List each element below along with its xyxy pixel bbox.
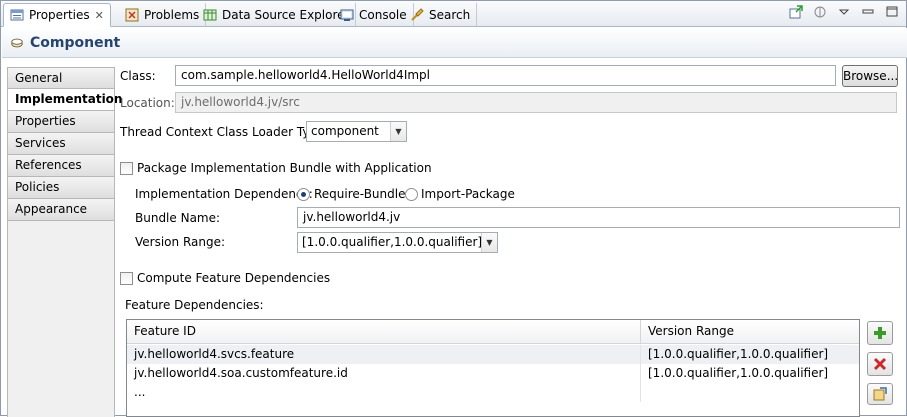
side-tab-policies[interactable]: Policies (7, 177, 115, 199)
table-row[interactable]: jv.helloworld4.svcs.feature [1.0.0.quali… (127, 345, 859, 364)
page-title: Component (30, 34, 121, 51)
browse-button[interactable]: Browse... (842, 65, 898, 87)
impl-dependency-label: Implementation Dependency: (135, 187, 313, 201)
remove-icon (873, 357, 887, 371)
version-range-value: [1.0.0.qualifier,1.0.0.qualifier] (302, 235, 483, 249)
version-range-select[interactable]: [1.0.0.qualifier,1.0.0.qualifier] ▼ (297, 232, 498, 253)
remove-feature-button[interactable] (867, 352, 893, 376)
chevron-down-icon: ▼ (481, 233, 497, 252)
data-source-icon (203, 9, 217, 20)
column-header-feature-id[interactable]: Feature ID (127, 320, 641, 344)
tab-console[interactable]: Console (334, 3, 414, 26)
tab-label: Data Source Explorer (222, 7, 350, 22)
search-icon (411, 7, 424, 21)
side-tab-list: General Implementation Properties Servic… (7, 67, 122, 221)
side-tab-area (7, 221, 115, 417)
tab-label: Properties (29, 8, 90, 22)
class-input[interactable]: com.sample.helloworld4.HelloWorld4Impl (175, 65, 836, 86)
compute-feature-checkbox[interactable] (120, 272, 133, 285)
link-icon[interactable] (812, 4, 828, 20)
tab-data-source-explorer[interactable]: Data Source Explorer (197, 3, 357, 26)
side-tab-properties[interactable]: Properties (7, 111, 115, 133)
table-row[interactable]: jv.helloworld4.soa.customfeature.id [1.0… (127, 364, 859, 383)
edit-icon (873, 387, 887, 401)
edit-feature-button[interactable] (867, 383, 893, 405)
pin-icon[interactable] (788, 4, 804, 20)
tab-properties[interactable]: Properties ✕ (3, 3, 111, 27)
class-label: Class: (120, 69, 156, 83)
view-tab-bar: Properties ✕ Problems Data Source Explor… (1, 1, 906, 27)
side-tab-references[interactable]: References (7, 155, 115, 177)
thread-loader-value: component (311, 124, 379, 138)
import-package-radio[interactable] (405, 188, 418, 201)
location-input: jv.helloworld4.jv/src (175, 92, 897, 113)
view-toolbar (788, 4, 900, 20)
version-range-cell: [1.0.0.qualifier,1.0.0.qualifier] (648, 347, 829, 361)
component-icon (11, 38, 23, 47)
version-range-cell: [1.0.0.qualifier,1.0.0.qualifier] (648, 366, 829, 380)
compute-feature-label: Compute Feature Dependencies (137, 271, 331, 285)
thread-loader-label: Thread Context Class Loader Type: (120, 125, 329, 139)
console-icon (340, 9, 354, 21)
location-label: Location: (120, 96, 175, 110)
properties-view: Properties ✕ Problems Data Source Explor… (0, 0, 907, 417)
table-header: Feature ID Version Range (127, 320, 859, 344)
bundle-name-label: Bundle Name: (135, 211, 221, 225)
side-tab-implementation[interactable]: Implementation (7, 89, 122, 111)
bundle-name-input[interactable]: jv.helloworld4.jv (297, 207, 900, 228)
require-bundle-radio[interactable] (297, 188, 310, 201)
feature-id-cell: jv.helloworld4.soa.customfeature.id (127, 364, 641, 383)
require-bundle-label: Require-Bundle (314, 187, 406, 201)
tab-search[interactable]: Search (404, 3, 478, 26)
side-divider (114, 67, 115, 417)
package-bundle-checkbox[interactable] (120, 162, 133, 175)
import-package-label: Import-Package (421, 187, 515, 201)
view-menu-icon[interactable] (836, 4, 852, 20)
table-row[interactable]: ... (127, 383, 859, 402)
feature-dependencies-table: Feature ID Version Range jv.helloworld4.… (126, 319, 860, 417)
problems-icon (125, 8, 139, 21)
version-range-label: Version Range: (135, 235, 226, 249)
side-tab-appearance[interactable]: Appearance (7, 199, 115, 221)
tab-label: Problems (144, 7, 200, 22)
feature-id-cell: jv.helloworld4.svcs.feature (127, 345, 641, 364)
column-header-version-range[interactable]: Version Range (641, 320, 859, 344)
package-bundle-label: Package Implementation Bundle with Appli… (137, 161, 432, 175)
tab-label: Search (429, 7, 471, 22)
feature-id-cell: ... (127, 383, 641, 402)
add-feature-button[interactable] (867, 321, 893, 345)
close-icon[interactable]: ✕ (95, 9, 104, 22)
feature-dependencies-label: Feature Dependencies: (125, 298, 264, 312)
side-tab-general[interactable]: General (7, 67, 115, 89)
tab-label: Console (359, 7, 407, 22)
chevron-down-icon: ▼ (390, 122, 406, 141)
add-icon (874, 327, 886, 339)
minimize-icon[interactable] (860, 4, 876, 20)
maximize-icon[interactable] (884, 4, 900, 20)
tab-problems[interactable]: Problems (119, 3, 207, 26)
section-header: Component (2, 28, 907, 58)
version-range-cell (641, 383, 859, 402)
properties-view-icon (10, 9, 24, 21)
side-tab-services[interactable]: Services (7, 133, 115, 155)
thread-loader-select[interactable]: component ▼ (306, 121, 407, 142)
